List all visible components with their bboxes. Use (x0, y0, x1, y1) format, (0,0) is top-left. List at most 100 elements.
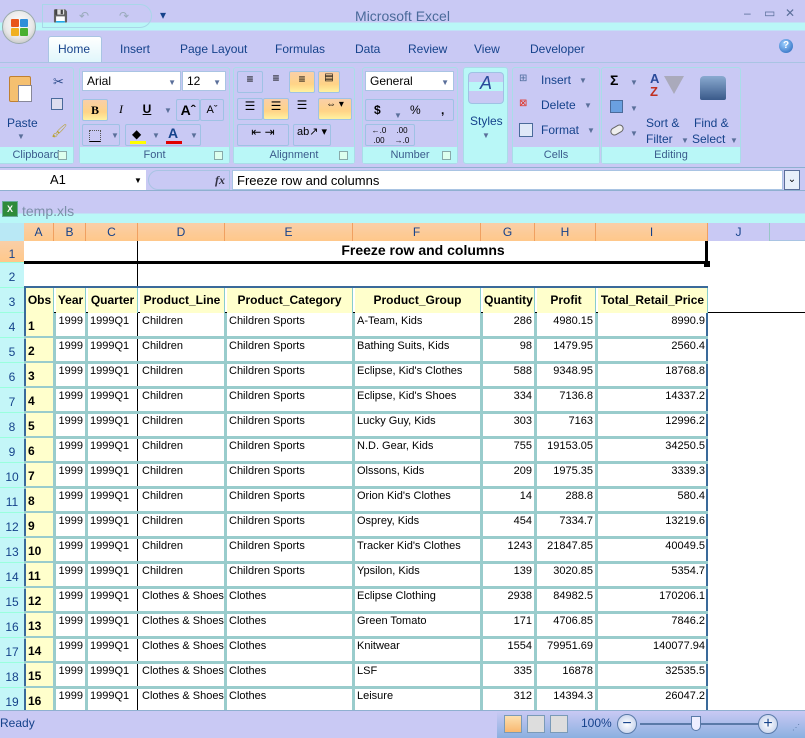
column-header-i[interactable]: I (596, 223, 708, 241)
help-icon[interactable]: ? (779, 39, 793, 53)
header-cell-quantity[interactable]: Quantity (483, 288, 535, 313)
number-format-combo[interactable]: General ▼ (365, 71, 454, 91)
indent-buttons[interactable]: ⇤ ⇥ (237, 124, 289, 146)
cell-quarter[interactable]: 1999Q1 (88, 340, 137, 356)
align-middle-button[interactable]: ≡ (263, 71, 289, 93)
row-header-10[interactable]: 10 (0, 463, 24, 488)
cell-product-category[interactable]: Children Sports (227, 540, 352, 556)
tab-home[interactable]: Home (58, 42, 90, 56)
tab-developer[interactable]: Developer (530, 42, 585, 56)
cell-total-retail-price[interactable]: 18768.8 (598, 365, 707, 381)
cell-product-category[interactable]: Children Sports (227, 490, 352, 506)
cell-obs[interactable]: 16 (26, 688, 53, 710)
sort-filter-button[interactable]: AZ Sort & Filter ▼ (644, 70, 690, 146)
cell-product-category[interactable]: Children Sports (227, 390, 352, 406)
tab-data[interactable]: Data (355, 42, 380, 56)
row-header-15[interactable]: 15 (0, 588, 24, 613)
page-layout-view-button[interactable] (527, 715, 545, 733)
cell-total-retail-price[interactable]: 8990.9 (598, 315, 707, 331)
cell-year[interactable]: 1999 (56, 590, 85, 606)
cell-quarter[interactable]: 1999Q1 (88, 490, 137, 506)
cell-profit[interactable]: 7334.7 (537, 515, 595, 531)
header-cell-total-retail-price[interactable]: Total_Retail_Price (598, 288, 708, 313)
header-cell-product-group[interactable]: Product_Group (355, 288, 481, 313)
cell-quantity[interactable]: 303 (483, 415, 534, 431)
cell-profit[interactable]: 9348.95 (537, 365, 595, 381)
cell-product-line[interactable]: Children (140, 365, 224, 381)
column-header-j[interactable]: J (708, 223, 770, 241)
cell-quarter[interactable]: 1999Q1 (88, 690, 137, 706)
cell-quarter[interactable]: 1999Q1 (88, 440, 137, 456)
cell-total-retail-price[interactable]: 26047.2 (598, 690, 707, 706)
cell-obs[interactable]: 6 (26, 438, 53, 461)
autosum-icon[interactable]: Σ (610, 72, 618, 88)
cell-quantity[interactable]: 139 (483, 565, 534, 581)
cell-obs[interactable]: 7 (26, 463, 53, 486)
cell-profit[interactable]: 19153.05 (537, 440, 595, 456)
column-header-e[interactable]: E (225, 223, 353, 241)
close-button[interactable]: ✕ (785, 6, 795, 20)
header-cell-profit[interactable]: Profit (537, 288, 596, 313)
cell-quantity[interactable]: 1243 (483, 540, 534, 556)
row-header-16[interactable]: 16 (0, 613, 24, 638)
font-name-combo[interactable]: Arial ▼ (82, 71, 181, 91)
underline-dropdown-icon[interactable]: ▼ (164, 106, 172, 115)
cell-profit[interactable]: 1975.35 (537, 465, 595, 481)
cell-obs[interactable]: 12 (26, 588, 53, 611)
cell-total-retail-price[interactable]: 34250.5 (598, 440, 707, 456)
cell-obs[interactable]: 2 (26, 338, 53, 361)
cell-obs[interactable]: 10 (26, 538, 53, 561)
cell-year[interactable]: 1999 (56, 540, 85, 556)
cell-year[interactable]: 1999 (56, 440, 85, 456)
cell-quarter[interactable]: 1999Q1 (88, 365, 137, 381)
align-bottom-button[interactable]: ≡ (289, 71, 315, 93)
cell-product-line[interactable]: Children (140, 465, 224, 481)
cell-product-group[interactable]: Eclipse, Kid's Shoes (355, 390, 480, 406)
cell-quarter[interactable]: 1999Q1 (88, 640, 137, 656)
zoom-out-button[interactable]: − (617, 714, 637, 734)
cell-product-category[interactable]: Clothes (227, 640, 352, 656)
restore-button[interactable]: ▭ (764, 6, 775, 20)
row-header-12[interactable]: 12 (0, 513, 24, 538)
row-header-8[interactable]: 8 (0, 413, 24, 438)
paste-dropdown-icon[interactable]: ▼ (17, 132, 25, 141)
cell-obs[interactable]: 13 (26, 613, 53, 636)
cell-quantity[interactable]: 335 (483, 665, 534, 681)
row-header-19[interactable]: 19 (0, 688, 24, 710)
fill-icon[interactable] (610, 100, 623, 113)
cell-quantity[interactable]: 1554 (483, 640, 534, 656)
cell-product-group[interactable]: Knitwear (355, 640, 480, 656)
cell-profit[interactable]: 3020.85 (537, 565, 595, 581)
cell-obs[interactable]: 15 (26, 663, 53, 686)
cell-product-group[interactable]: LSF (355, 665, 480, 681)
cell-product-line[interactable]: Children (140, 540, 224, 556)
cell-product-group[interactable]: Eclipse Clothing (355, 590, 480, 606)
cell-product-category[interactable]: Children Sports (227, 565, 352, 581)
align-top-button[interactable]: ≡ (237, 71, 263, 93)
styles-group[interactable]: A Styles ▼ (463, 67, 508, 164)
column-header-a[interactable]: A (24, 223, 54, 241)
cell-profit[interactable]: 7136.8 (537, 390, 595, 406)
zoom-level[interactable]: 100% (581, 716, 612, 730)
cell-profit[interactable]: 14394.3 (537, 690, 595, 706)
column-header-d[interactable]: D (138, 223, 225, 241)
cell-profit[interactable]: 84982.5 (537, 590, 595, 606)
cell-product-category[interactable]: Children Sports (227, 440, 352, 456)
select-all-button[interactable] (0, 223, 24, 241)
worksheet-grid[interactable]: ABCDEFGHIJ 1 2 3 4 5 6 7 8 9 10 11 12 13 14 15 16 17 18 19… (0, 223, 805, 710)
column-header-c[interactable]: C (86, 223, 138, 241)
tab-formulas[interactable]: Formulas (275, 42, 325, 56)
orientation-button[interactable]: ab↗ ▾ (293, 124, 331, 146)
cell-product-category[interactable]: Children Sports (227, 315, 352, 331)
cell-product-group[interactable]: Orion Kid's Clothes (355, 490, 480, 506)
fill-handle[interactable] (704, 261, 710, 267)
format-painter-icon[interactable]: 🖌 (51, 123, 68, 139)
cell-product-group[interactable]: Green Tomato (355, 615, 480, 631)
row-header-4[interactable]: 4 (0, 313, 24, 338)
italic-button[interactable]: I (108, 99, 134, 121)
cell-quarter[interactable]: 1999Q1 (88, 415, 137, 431)
cell-total-retail-price[interactable]: 14337.2 (598, 390, 707, 406)
cell-product-category[interactable]: Children Sports (227, 365, 352, 381)
cell-quantity[interactable]: 312 (483, 690, 534, 706)
cell-product-line[interactable]: Clothes & Shoes (140, 690, 224, 706)
